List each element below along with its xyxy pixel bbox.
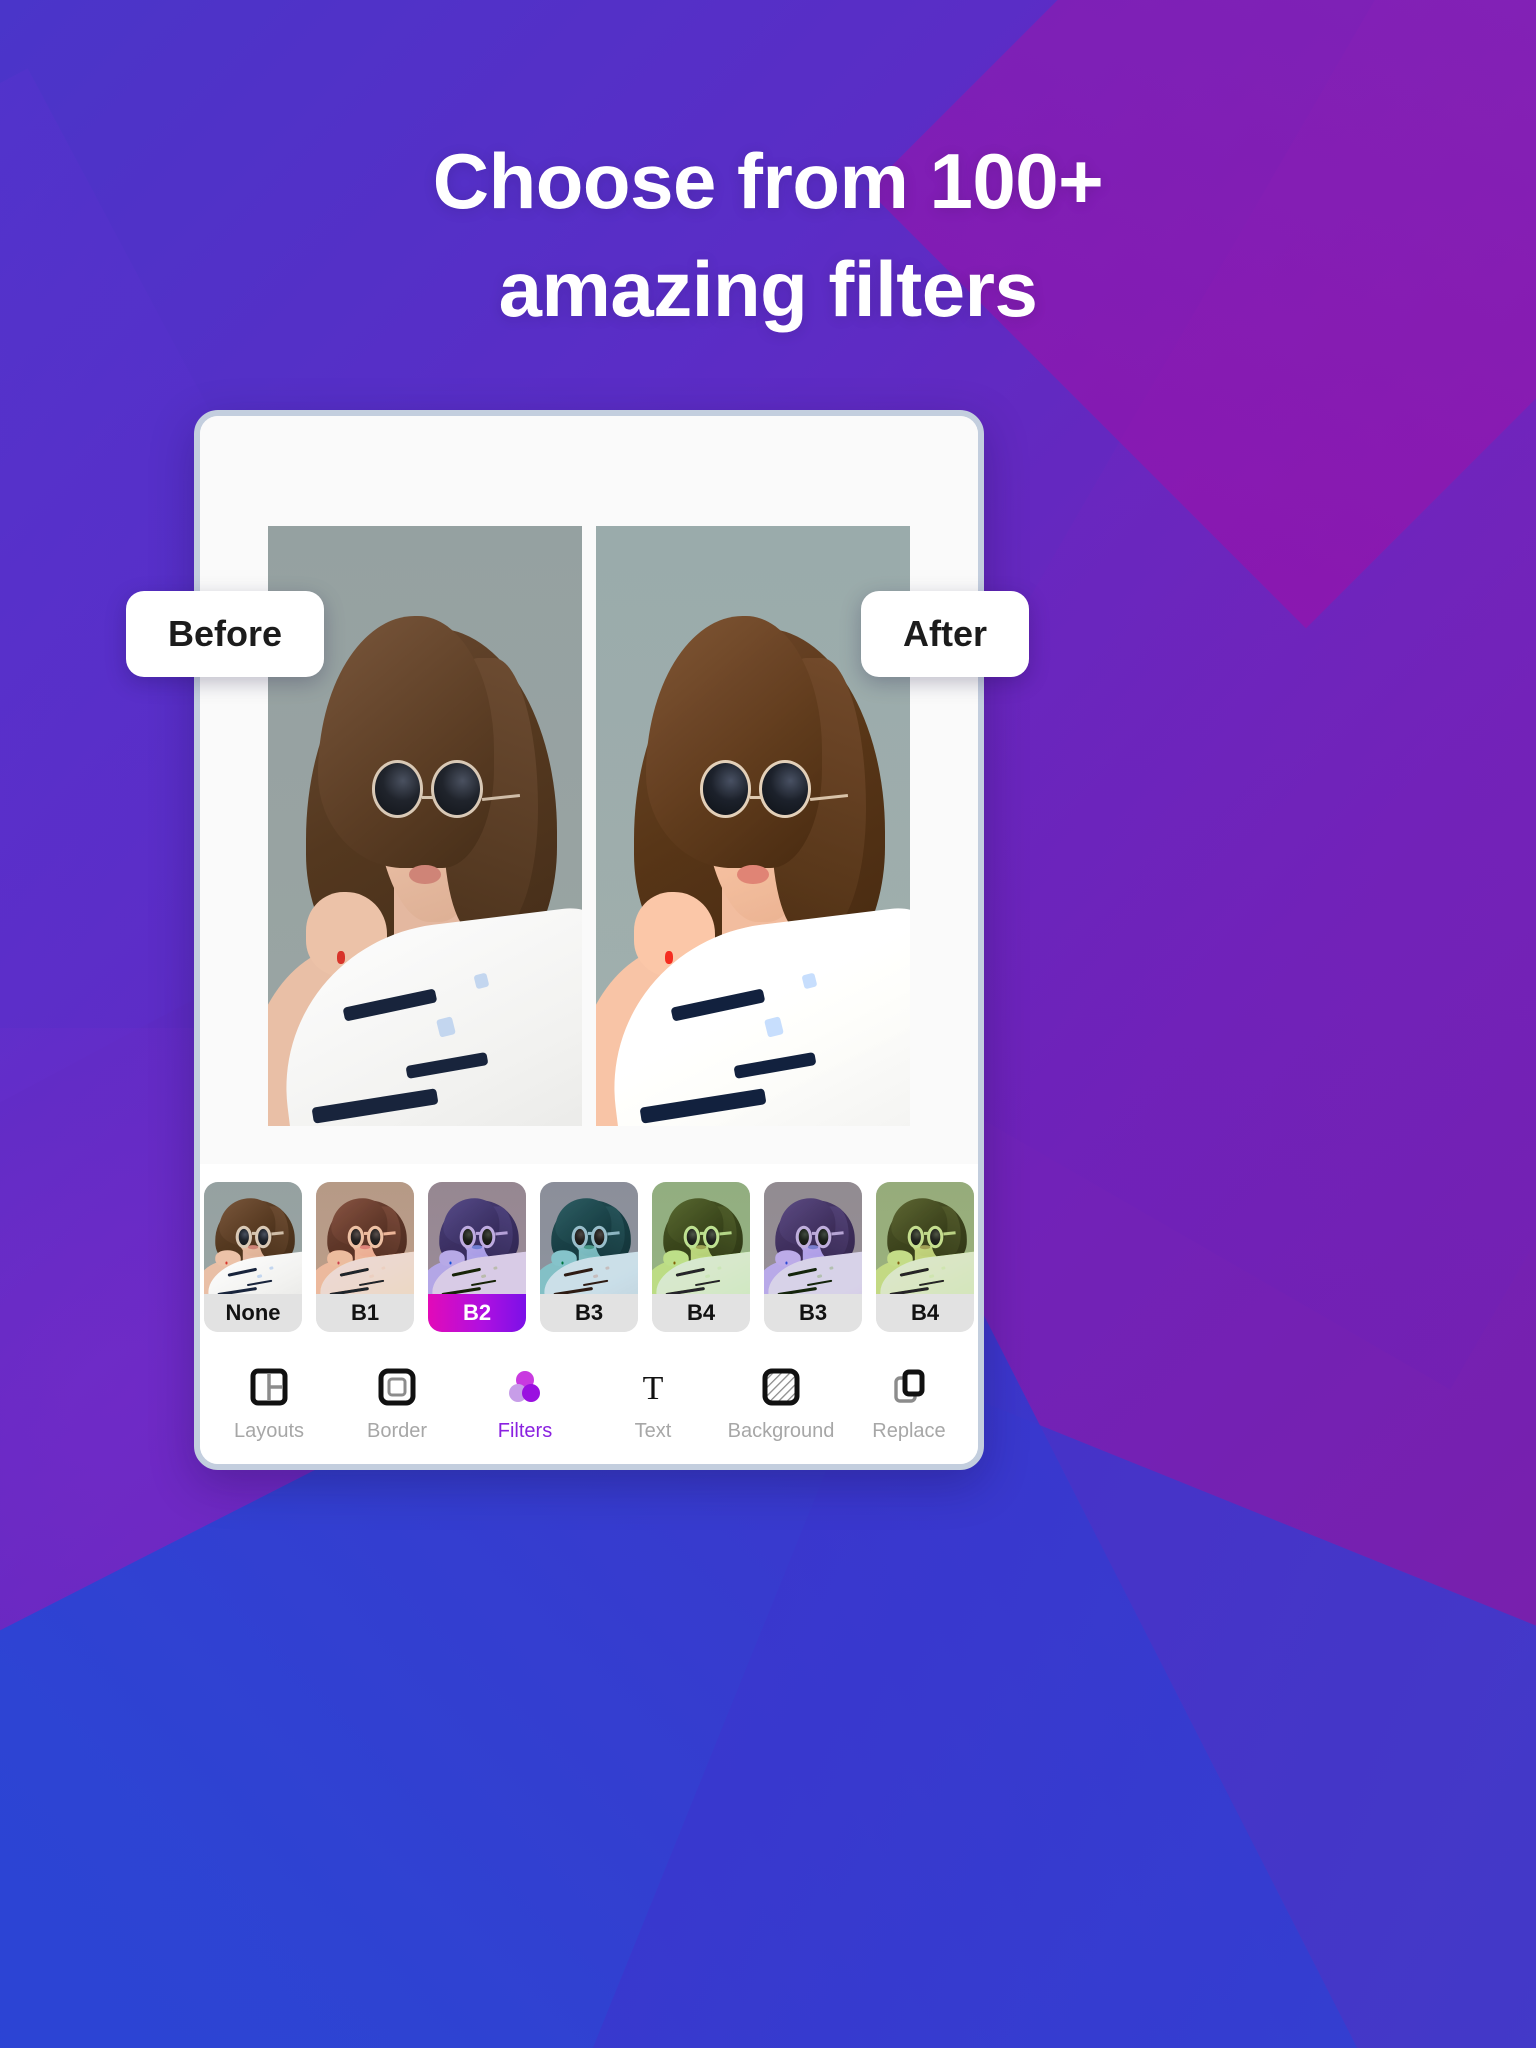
toolbar-item-label: Border: [366, 1420, 428, 1442]
filter-item-b3-3[interactable]: B3: [540, 1182, 638, 1332]
filter-label: B4: [652, 1294, 750, 1332]
photo-canvas: [200, 416, 978, 1164]
filter-item-b1-1[interactable]: B1: [316, 1182, 414, 1332]
filter-item-b4-4[interactable]: B4: [652, 1182, 750, 1332]
toolbar-item-text[interactable]: T Text: [594, 1366, 712, 1443]
toolbar-item-background[interactable]: Background: [722, 1366, 840, 1443]
filter-item-b3-5[interactable]: B3: [764, 1182, 862, 1332]
toolbar-item-label: Replace: [872, 1420, 946, 1442]
filter-label: B3: [540, 1294, 638, 1332]
filter-thumbnail: [764, 1182, 862, 1294]
toolbar-item-label: Layouts: [233, 1420, 305, 1442]
before-badge-label: Before: [168, 613, 283, 654]
filter-thumbnail: [652, 1182, 750, 1294]
filters-icon: [504, 1366, 546, 1408]
filter-thumbnail: [316, 1182, 414, 1294]
filter-label: B2: [428, 1294, 526, 1332]
svg-text:T: T: [643, 1370, 664, 1407]
filter-strip[interactable]: None B1 B2 B3 B4 B3 B4: [200, 1164, 978, 1348]
toolbar-item-layouts[interactable]: Layouts: [210, 1366, 328, 1443]
filter-label: B3: [764, 1294, 862, 1332]
filter-thumbnail: [204, 1182, 302, 1294]
before-badge: Before: [126, 591, 325, 677]
filter-label: B4: [876, 1294, 974, 1332]
toolbar-item-label: Text: [634, 1420, 672, 1442]
filter-label: B1: [316, 1294, 414, 1332]
toolbar-item-filters[interactable]: Filters: [466, 1366, 584, 1443]
after-badge-label: After: [903, 613, 988, 654]
filter-item-b4-6[interactable]: B4: [876, 1182, 974, 1332]
bottom-toolbar[interactable]: Layouts Border Filters T Text Background…: [200, 1348, 978, 1464]
layouts-icon: [248, 1366, 290, 1408]
toolbar-item-label: Background: [727, 1420, 835, 1442]
background-icon: [760, 1366, 802, 1408]
filter-item-b2-2[interactable]: B2: [428, 1182, 526, 1332]
toolbar-item-label: Filters: [497, 1420, 553, 1442]
page-title: Choose from 100+ amazing filters: [0, 128, 1536, 343]
headline-line-1: Choose from 100+: [432, 137, 1104, 225]
app-preview-card: None B1 B2 B3 B4 B3 B4 Layouts Border Fi…: [194, 410, 984, 1470]
filter-thumbnail: [540, 1182, 638, 1294]
border-icon: [376, 1366, 418, 1408]
after-badge: After: [861, 591, 1030, 677]
text-icon: T: [632, 1366, 674, 1408]
filter-thumbnail: [876, 1182, 974, 1294]
filter-thumbnail: [428, 1182, 526, 1294]
toolbar-item-replace[interactable]: Replace: [850, 1366, 968, 1443]
filter-label: None: [204, 1294, 302, 1332]
toolbar-item-border[interactable]: Border: [338, 1366, 456, 1443]
replace-icon: [888, 1366, 930, 1408]
headline-line-2: amazing filters: [498, 244, 1038, 333]
filter-item-none-0[interactable]: None: [204, 1182, 302, 1332]
